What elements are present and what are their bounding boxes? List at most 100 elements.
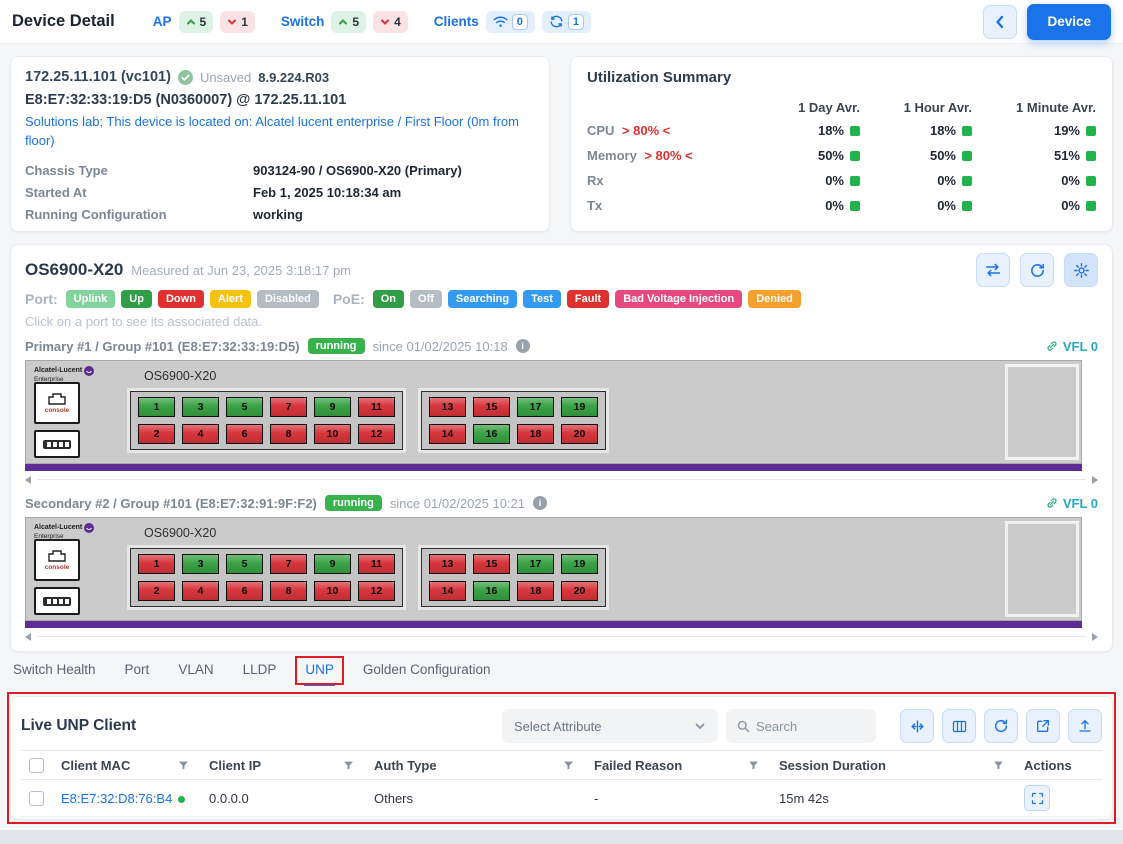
search-box[interactable] [726, 709, 876, 743]
port-16[interactable]: 16 [473, 424, 510, 444]
utilization-metric-label: CPU [587, 123, 614, 138]
table-header-cell[interactable]: Session Duration [779, 758, 1024, 773]
port-19[interactable]: 19 [561, 397, 598, 417]
chassis-scrollbar[interactable] [25, 630, 1098, 643]
tab[interactable]: UNP [304, 658, 335, 686]
port-13[interactable]: 13 [429, 554, 466, 574]
port-19[interactable]: 19 [561, 554, 598, 574]
table-header-cell[interactable]: Failed Reason [594, 758, 779, 773]
clients-label[interactable]: Clients [434, 14, 479, 29]
port-2[interactable]: 2 [138, 581, 175, 601]
port-5[interactable]: 5 [226, 397, 263, 417]
chassis-scrollbar[interactable] [25, 473, 1098, 486]
port-18[interactable]: 18 [517, 581, 554, 601]
port-20[interactable]: 20 [561, 581, 598, 601]
columns-button[interactable] [942, 709, 976, 743]
clients-roaming-pill[interactable]: 1 [542, 11, 591, 33]
table-row[interactable]: E8:E7:32:D8:76:B4 0.0.0.0 Others - 15m 4… [21, 780, 1102, 817]
port-17[interactable]: 17 [517, 397, 554, 417]
port-1[interactable]: 1 [138, 554, 175, 574]
port-13[interactable]: 13 [429, 397, 466, 417]
table-header-cell[interactable]: Client IP [209, 758, 374, 773]
port-14[interactable]: 14 [429, 424, 466, 444]
port-1[interactable]: 1 [138, 397, 175, 417]
settings-button[interactable] [1064, 253, 1098, 287]
fit-width-button[interactable] [900, 709, 934, 743]
filter-icon[interactable] [563, 760, 574, 771]
refresh-button[interactable] [1020, 253, 1054, 287]
switch-up-pill[interactable]: 5 [331, 11, 366, 33]
port-6[interactable]: 6 [226, 581, 263, 601]
client-mac-link[interactable]: E8:E7:32:D8:76:B4 [61, 791, 172, 806]
port-5[interactable]: 5 [226, 554, 263, 574]
port-11[interactable]: 11 [358, 397, 395, 417]
port-9[interactable]: 9 [314, 397, 351, 417]
tab[interactable]: LLDP [242, 658, 278, 684]
port-16[interactable]: 16 [473, 581, 510, 601]
port-4[interactable]: 4 [182, 424, 219, 444]
compare-button[interactable] [976, 253, 1010, 287]
vfl-link[interactable]: VFL 0 [1045, 496, 1098, 511]
port-11[interactable]: 11 [358, 554, 395, 574]
port-15[interactable]: 15 [473, 397, 510, 417]
back-button[interactable] [983, 5, 1017, 39]
upload-button[interactable] [1068, 709, 1102, 743]
info-icon[interactable] [533, 496, 547, 510]
ap-down-pill[interactable]: 1 [220, 11, 255, 33]
port-20[interactable]: 20 [561, 424, 598, 444]
switch-label[interactable]: Switch [281, 14, 325, 29]
port-8[interactable]: 8 [270, 581, 307, 601]
filter-icon[interactable] [178, 760, 189, 771]
ap-up-pill[interactable]: 5 [179, 11, 214, 33]
port-14[interactable]: 14 [429, 581, 466, 601]
port-7[interactable]: 7 [270, 397, 307, 417]
select-all-checkbox[interactable] [29, 758, 44, 773]
filter-icon[interactable] [343, 760, 354, 771]
table-header-cell[interactable]: Auth Type [374, 758, 594, 773]
table-refresh-button[interactable] [984, 709, 1018, 743]
search-input[interactable] [756, 719, 856, 734]
port-17[interactable]: 17 [517, 554, 554, 574]
filter-icon[interactable] [748, 760, 759, 771]
clients-wifi-pill[interactable]: 0 [486, 11, 535, 33]
port-4[interactable]: 4 [182, 581, 219, 601]
port-15[interactable]: 15 [473, 554, 510, 574]
row-checkbox[interactable] [29, 791, 44, 806]
port-8[interactable]: 8 [270, 424, 307, 444]
scroll-right-arrow[interactable] [1092, 633, 1098, 641]
table-header-cell[interactable]: Actions [1024, 758, 1102, 773]
external-link-icon [1035, 718, 1051, 734]
info-icon[interactable] [516, 339, 530, 353]
attribute-select[interactable]: Select Attribute [502, 709, 718, 743]
tab[interactable]: Switch Health [12, 658, 97, 684]
unp-panel-title: Live UNP Client [21, 717, 136, 735]
filter-icon[interactable] [993, 760, 1004, 771]
tab[interactable]: Golden Configuration [362, 658, 492, 684]
tab[interactable]: VLAN [177, 658, 214, 684]
row-expand-button[interactable] [1024, 785, 1050, 811]
port-3[interactable]: 3 [182, 554, 219, 574]
scroll-left-arrow[interactable] [25, 633, 31, 641]
port-3[interactable]: 3 [182, 397, 219, 417]
tab[interactable]: Port [124, 658, 151, 684]
port-2[interactable]: 2 [138, 424, 175, 444]
port-12[interactable]: 12 [358, 581, 395, 601]
scroll-track[interactable] [37, 479, 1086, 480]
port-6[interactable]: 6 [226, 424, 263, 444]
port-12[interactable]: 12 [358, 424, 395, 444]
scroll-right-arrow[interactable] [1092, 476, 1098, 484]
ap-label[interactable]: AP [153, 14, 172, 29]
export-button[interactable] [1026, 709, 1060, 743]
scroll-track[interactable] [37, 636, 1086, 637]
table-header-cell[interactable]: Client MAC [61, 758, 209, 773]
port-18[interactable]: 18 [517, 424, 554, 444]
device-button[interactable]: Device [1027, 4, 1111, 40]
port-10[interactable]: 10 [314, 581, 351, 601]
scroll-left-arrow[interactable] [25, 476, 31, 484]
vfl-link[interactable]: VFL 0 [1045, 339, 1098, 354]
port-9[interactable]: 9 [314, 554, 351, 574]
port-7[interactable]: 7 [270, 554, 307, 574]
switch-down-pill[interactable]: 4 [373, 11, 408, 33]
port-10[interactable]: 10 [314, 424, 351, 444]
device-location-link[interactable]: Solutions lab; This device is located on… [25, 113, 535, 151]
